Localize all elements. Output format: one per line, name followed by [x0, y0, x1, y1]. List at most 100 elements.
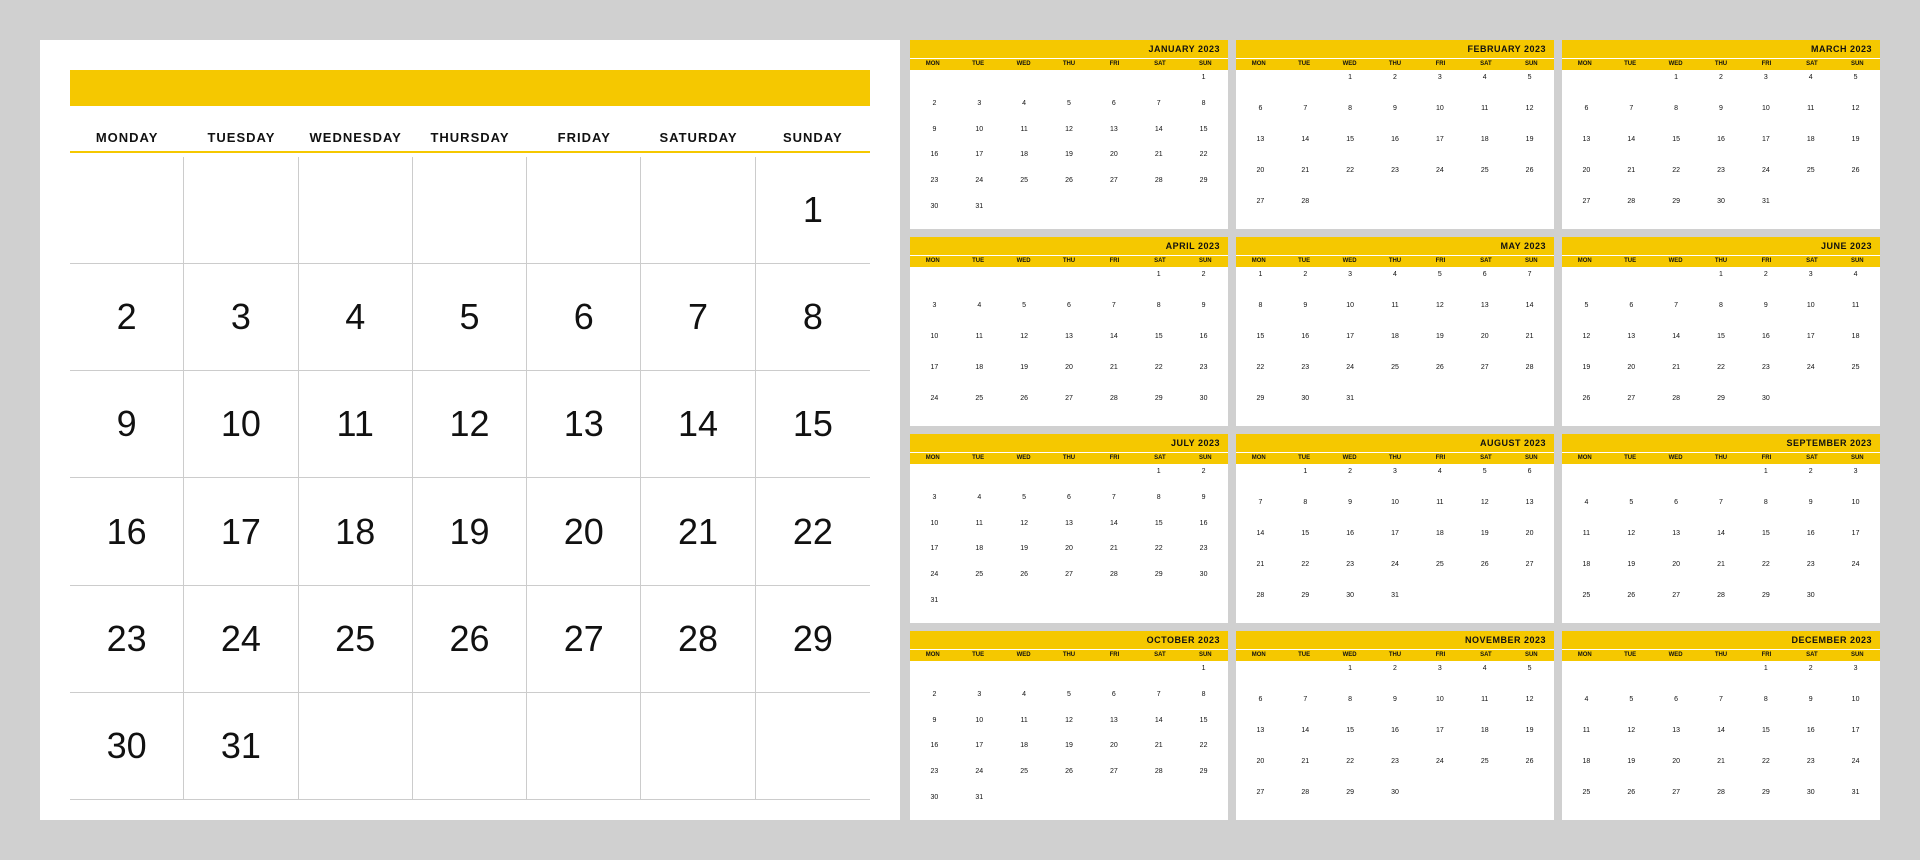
mini-calendar-cell [1609, 72, 1654, 103]
main-calendar-cell: 21 [641, 478, 755, 585]
mini-calendar-4: APRIL 2023MONTUEWEDTHUFRISATSUN 12345678… [910, 237, 1228, 426]
mini-calendar-11: NOVEMBER 2023MONTUEWEDTHUFRISATSUN 12345… [1236, 631, 1554, 820]
mini-calendar-cell: 18 [1002, 740, 1047, 766]
mini-calendar-cell: 10 [1373, 497, 1418, 528]
mini-calendar-cell: 10 [1833, 497, 1878, 528]
mini-calendar-cell [1462, 787, 1507, 818]
mini-calendar-cell: 20 [1564, 165, 1609, 196]
mini-day-label: MON [910, 650, 955, 660]
mini-day-label: WED [1653, 59, 1698, 69]
mini-calendar-cell: 17 [1373, 528, 1418, 559]
mini-calendar-cell: 19 [1609, 559, 1654, 590]
mini-calendar-cell: 25 [1002, 766, 1047, 792]
mini-calendar-cell [1654, 663, 1699, 694]
main-calendar-cell: 29 [756, 586, 870, 693]
mini-calendar-cell: 4 [957, 492, 1002, 518]
mini-calendar-cell: 21 [1136, 740, 1181, 766]
mini-day-label: SUN [1835, 59, 1880, 69]
mini-calendar-cell: 6 [1047, 492, 1092, 518]
mini-calendar-cell: 31 [912, 595, 957, 621]
mini-calendar-cell: 5 [1833, 72, 1878, 103]
mini-calendar-cell: 28 [1283, 196, 1328, 227]
mini-day-label: FRI [1418, 256, 1463, 266]
mini-calendar-cell: 25 [1002, 175, 1047, 201]
mini-calendar-cell: 24 [912, 569, 957, 595]
mini-calendar-cell: 19 [1564, 362, 1609, 393]
mini-calendar-cell: 26 [1047, 175, 1092, 201]
mini-calendar-cell [912, 72, 957, 98]
mini-day-label: WED [1001, 453, 1046, 463]
mini-calendar-cell [1047, 466, 1092, 492]
mini-calendar-cell: 31 [1328, 393, 1373, 424]
mini-calendar-cell: 2 [1788, 466, 1833, 497]
mini-calendar-cell: 13 [1047, 331, 1092, 362]
mini-calendar-cell [1238, 663, 1283, 694]
mini-calendar-cell: 18 [1833, 331, 1878, 362]
mini-day-label: MON [910, 453, 955, 463]
mini-calendar-cell: 13 [1654, 528, 1699, 559]
mini-calendar-cell: 1 [1238, 269, 1283, 300]
main-calendar-cell: 25 [299, 586, 413, 693]
mini-calendar-cell: 11 [1462, 694, 1507, 725]
mini-calendar-cell: 15 [1328, 134, 1373, 165]
mini-calendar-cell: 14 [1609, 134, 1654, 165]
mini-calendar-cell: 15 [1136, 331, 1181, 362]
mini-calendar-cell: 23 [1283, 362, 1328, 393]
mini-calendar-cell: 12 [1002, 518, 1047, 544]
mini-day-label: FRI [1744, 650, 1789, 660]
mini-calendar-cell: 11 [1417, 497, 1462, 528]
mini-calendar-cell: 25 [1417, 559, 1462, 590]
mini-calendar-cell [1833, 196, 1878, 227]
mini-calendar-cell: 17 [1833, 528, 1878, 559]
mini-day-label: SUN [1835, 256, 1880, 266]
mini-day-label: SUN [1509, 256, 1554, 266]
mini-calendar-header: JULY 2023 [910, 434, 1228, 452]
mini-calendar-cell: 20 [1238, 756, 1283, 787]
mini-calendar-cell: 9 [1743, 300, 1788, 331]
mini-calendar-cell: 1 [1654, 72, 1699, 103]
mini-calendar-cell: 9 [1181, 492, 1226, 518]
mini-calendar-cell: 15 [1283, 528, 1328, 559]
mini-day-label: MON [910, 59, 955, 69]
main-calendar-header [70, 70, 870, 106]
mini-calendar-cell [1833, 393, 1878, 424]
mini-calendar-cell: 8 [1283, 497, 1328, 528]
mini-calendar-cell: 21 [1091, 362, 1136, 393]
mini-calendar-cell: 2 [1743, 269, 1788, 300]
mini-grid: 1234567891011121314151617181920212223242… [910, 70, 1228, 229]
mini-day-label: FRI [1418, 650, 1463, 660]
mini-grid: 1234567891011121314151617181920212223242… [1562, 661, 1880, 820]
main-calendar-cell [299, 693, 413, 800]
mini-calendar-cell: 19 [1047, 740, 1092, 766]
mini-calendar-cell: 5 [1609, 497, 1654, 528]
mini-day-label: MON [1562, 59, 1607, 69]
mini-day-label: SAT [1789, 453, 1834, 463]
mini-days-row: MONTUEWEDTHUFRISATSUN [910, 59, 1228, 70]
mini-calendar-cell: 4 [1373, 269, 1418, 300]
mini-calendar-cell: 1 [1181, 72, 1226, 98]
mini-calendar-cell: 27 [1654, 590, 1699, 621]
mini-calendar-cell: 21 [1091, 543, 1136, 569]
mini-calendar-cell [1373, 196, 1418, 227]
main-calendar-cell: 8 [756, 264, 870, 371]
mini-calendar-cell: 7 [1699, 497, 1744, 528]
mini-calendar-cell: 25 [1462, 165, 1507, 196]
mini-calendar-cell: 2 [1373, 72, 1418, 103]
mini-calendar-cell [1002, 269, 1047, 300]
mini-day-label: WED [1327, 59, 1372, 69]
mini-day-label: WED [1653, 256, 1698, 266]
mini-calendar-cell: 4 [1002, 689, 1047, 715]
main-day-label: TUESDAY [184, 124, 298, 151]
mini-calendar-cell: 20 [1654, 559, 1699, 590]
mini-calendar-cell: 30 [1743, 393, 1788, 424]
mini-calendar-cell: 31 [1833, 787, 1878, 818]
mini-calendar-cell: 12 [1507, 694, 1552, 725]
mini-calendar-cell: 22 [1238, 362, 1283, 393]
mini-calendar-cell: 30 [912, 201, 957, 227]
mini-calendar-header: SEPTEMBER 2023 [1562, 434, 1880, 452]
mini-calendar-7: JULY 2023MONTUEWEDTHUFRISATSUN 123456789… [910, 434, 1228, 623]
mini-calendar-cell [957, 72, 1002, 98]
mini-calendar-cell: 30 [1788, 787, 1833, 818]
mini-calendar-cell: 12 [1047, 124, 1092, 150]
mini-days-row: MONTUEWEDTHUFRISATSUN [1562, 59, 1880, 70]
